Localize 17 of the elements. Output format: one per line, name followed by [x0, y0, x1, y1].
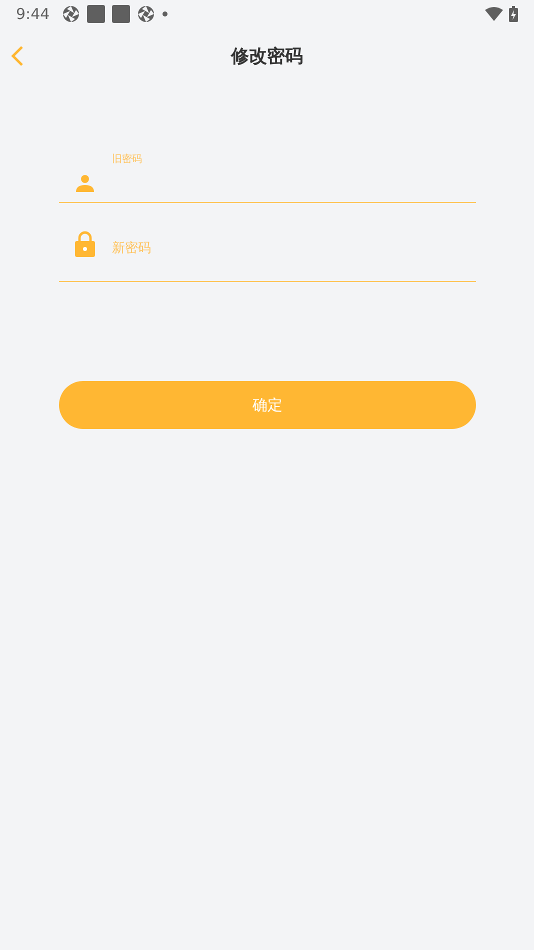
- password-field[interactable]: 旧密码: [59, 138, 476, 203]
- app-icon: [112, 5, 130, 23]
- page-title: 修改密码: [231, 45, 303, 68]
- field-label: 旧密码: [112, 152, 142, 166]
- aperture-icon: [62, 5, 80, 23]
- dot-icon: [162, 11, 168, 17]
- lock-icon: [75, 231, 95, 257]
- wifi-icon: [485, 7, 503, 21]
- person-icon: [75, 173, 95, 193]
- battery-icon: [509, 6, 518, 22]
- field-label: 新密码: [112, 240, 151, 257]
- app-icon: [86, 5, 105, 23]
- clock-time: 9:44: [16, 5, 50, 23]
- confirm-button[interactable]: 确定: [59, 381, 476, 429]
- password-field[interactable]: 新密码: [59, 203, 476, 282]
- back-icon[interactable]: [10, 45, 24, 67]
- aperture-icon: [136, 5, 155, 23]
